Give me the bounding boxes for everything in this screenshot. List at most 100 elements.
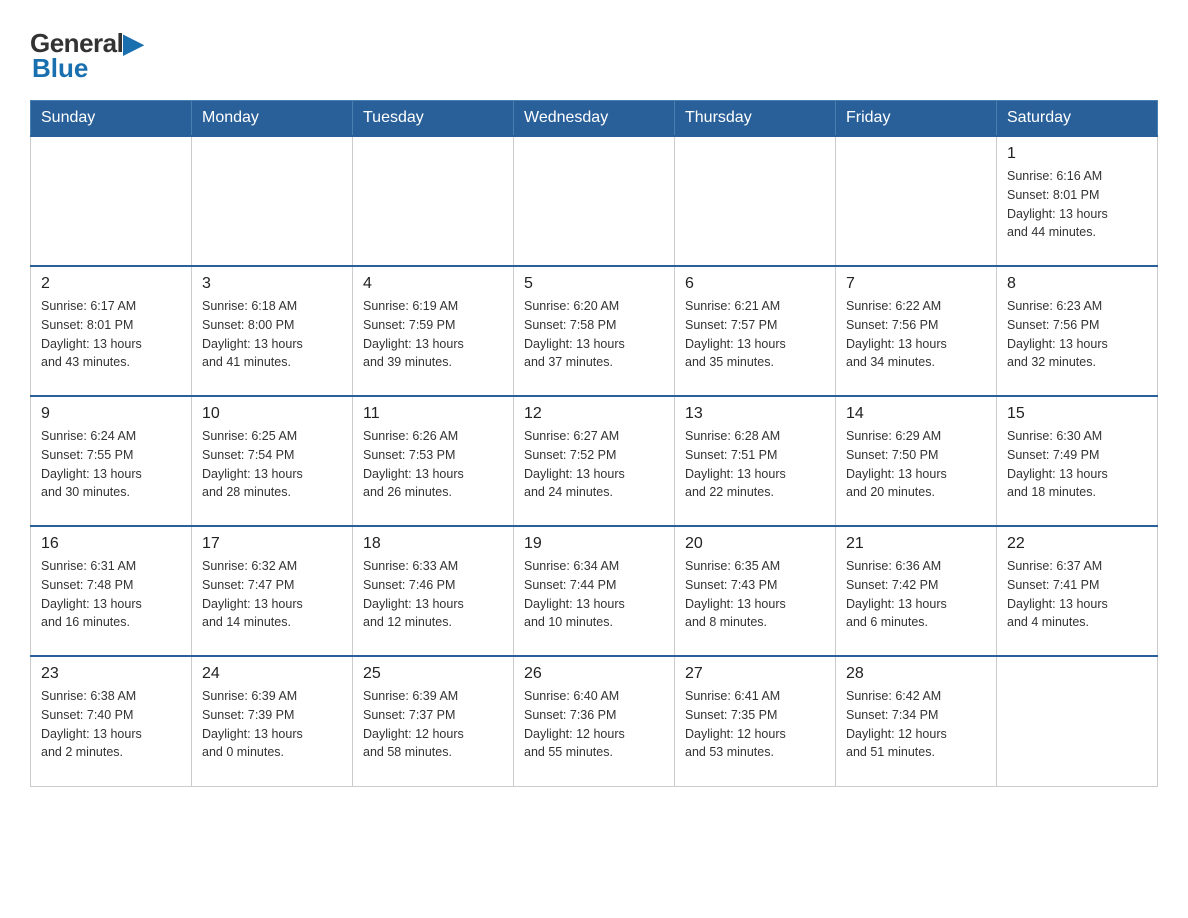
- weekday-header-sunday: Sunday: [31, 101, 192, 137]
- calendar-cell: [514, 136, 675, 266]
- calendar-cell: 16Sunrise: 6:31 AM Sunset: 7:48 PM Dayli…: [31, 526, 192, 656]
- week-row-4: 16Sunrise: 6:31 AM Sunset: 7:48 PM Dayli…: [31, 526, 1158, 656]
- weekday-header-thursday: Thursday: [675, 101, 836, 137]
- calendar-cell: 20 Sunrise: 6:35 AM Sunset: 7:43 PM Dayli…: [675, 526, 836, 656]
- day-number: 26: [524, 665, 664, 683]
- day-info: Sunrise: 6:37 AM Sunset: 7:41 PM Dayligh…: [1007, 557, 1147, 632]
- day-number: 6: [685, 275, 825, 293]
- calendar-cell: 3 Sunrise: 6:18 AM Sunset: 8:00 PM Daylig…: [192, 266, 353, 396]
- day-info: Sunrise: 6:25 AM Sunset: 7:54 PM Dayligh…: [202, 427, 342, 502]
- calendar-cell: 24 Sunrise: 6:39 AM Sunset: 7:39 PM Dayli…: [192, 656, 353, 786]
- week-row-1: 1 Sunrise: 6:16 AM Sunset: 8:01 PM Daylig…: [31, 136, 1158, 266]
- day-number: 2: [41, 275, 181, 293]
- calendar-cell: 12 Sunrise: 6:27 AM Sunset: 7:52 PM Dayli…: [514, 396, 675, 526]
- day-number: 19: [524, 535, 664, 553]
- page-header: General▶ Blue: [30, 20, 1158, 84]
- calendar-cell: [353, 136, 514, 266]
- day-info: Sunrise: 6:16 AM Sunset: 8:01 PM Dayligh…: [1007, 167, 1147, 242]
- day-number: 1: [1007, 145, 1147, 163]
- day-info: Sunrise: 6:19 AM Sunset: 7:59 PM Dayligh…: [363, 297, 503, 372]
- day-number: 14: [846, 405, 986, 423]
- day-number: 22: [1007, 535, 1147, 553]
- calendar-cell: 21 Sunrise: 6:36 AM Sunset: 7:42 PM Dayli…: [836, 526, 997, 656]
- week-row-3: 9 Sunrise: 6:24 AM Sunset: 7:55 PM Daylig…: [31, 396, 1158, 526]
- calendar-cell: [836, 136, 997, 266]
- day-number: 10: [202, 405, 342, 423]
- day-info: Sunrise: 6:32 AM Sunset: 7:47 PM Dayligh…: [202, 557, 342, 632]
- calendar-cell: [31, 136, 192, 266]
- week-row-2: 2 Sunrise: 6:17 AM Sunset: 8:01 PM Daylig…: [31, 266, 1158, 396]
- day-info: Sunrise: 6:24 AM Sunset: 7:55 PM Dayligh…: [41, 427, 181, 502]
- logo-triangle: ▶: [123, 28, 143, 58]
- calendar-cell: 15Sunrise: 6:30 AM Sunset: 7:49 PM Dayli…: [997, 396, 1158, 526]
- day-number: 17: [202, 535, 342, 553]
- weekday-header-saturday: Saturday: [997, 101, 1158, 137]
- day-info: Sunrise: 6:23 AM Sunset: 7:56 PM Dayligh…: [1007, 297, 1147, 372]
- calendar-cell: [192, 136, 353, 266]
- day-number: 20: [685, 535, 825, 553]
- day-number: 5: [524, 275, 664, 293]
- day-info: Sunrise: 6:38 AM Sunset: 7:40 PM Dayligh…: [41, 687, 181, 762]
- calendar-cell: 27 Sunrise: 6:41 AM Sunset: 7:35 PM Dayli…: [675, 656, 836, 786]
- day-info: Sunrise: 6:26 AM Sunset: 7:53 PM Dayligh…: [363, 427, 503, 502]
- calendar-cell: [675, 136, 836, 266]
- day-number: 12: [524, 405, 664, 423]
- calendar-cell: 26Sunrise: 6:40 AM Sunset: 7:36 PM Dayli…: [514, 656, 675, 786]
- calendar-cell: 4Sunrise: 6:19 AM Sunset: 7:59 PM Daylig…: [353, 266, 514, 396]
- day-info: Sunrise: 6:30 AM Sunset: 7:49 PM Dayligh…: [1007, 427, 1147, 502]
- calendar-cell: 6 Sunrise: 6:21 AM Sunset: 7:57 PM Daylig…: [675, 266, 836, 396]
- day-info: Sunrise: 6:35 AM Sunset: 7:43 PM Dayligh…: [685, 557, 825, 632]
- day-number: 3: [202, 275, 342, 293]
- day-number: 7: [846, 275, 986, 293]
- day-number: 16: [41, 535, 181, 553]
- day-info: Sunrise: 6:39 AM Sunset: 7:37 PM Dayligh…: [363, 687, 503, 762]
- day-info: Sunrise: 6:39 AM Sunset: 7:39 PM Dayligh…: [202, 687, 342, 762]
- calendar-cell: 7Sunrise: 6:22 AM Sunset: 7:56 PM Daylig…: [836, 266, 997, 396]
- calendar-cell: 25 Sunrise: 6:39 AM Sunset: 7:37 PM Dayli…: [353, 656, 514, 786]
- day-number: 25: [363, 665, 503, 683]
- day-info: Sunrise: 6:27 AM Sunset: 7:52 PM Dayligh…: [524, 427, 664, 502]
- day-info: Sunrise: 6:21 AM Sunset: 7:57 PM Dayligh…: [685, 297, 825, 372]
- day-info: Sunrise: 6:36 AM Sunset: 7:42 PM Dayligh…: [846, 557, 986, 632]
- calendar-cell: 8 Sunrise: 6:23 AM Sunset: 7:56 PM Daylig…: [997, 266, 1158, 396]
- day-number: 8: [1007, 275, 1147, 293]
- calendar-cell: 17 Sunrise: 6:32 AM Sunset: 7:47 PM Dayli…: [192, 526, 353, 656]
- logo: General▶ Blue: [30, 20, 143, 84]
- weekday-header-friday: Friday: [836, 101, 997, 137]
- day-number: 21: [846, 535, 986, 553]
- weekday-header-tuesday: Tuesday: [353, 101, 514, 137]
- calendar-cell: 28 Sunrise: 6:42 AM Sunset: 7:34 PM Dayli…: [836, 656, 997, 786]
- day-number: 11: [363, 405, 503, 423]
- calendar-cell: 11 Sunrise: 6:26 AM Sunset: 7:53 PM Dayli…: [353, 396, 514, 526]
- week-row-5: 23 Sunrise: 6:38 AM Sunset: 7:40 PM Dayli…: [31, 656, 1158, 786]
- calendar-cell: [997, 656, 1158, 786]
- calendar-cell: 10 Sunrise: 6:25 AM Sunset: 7:54 PM Dayli…: [192, 396, 353, 526]
- day-info: Sunrise: 6:42 AM Sunset: 7:34 PM Dayligh…: [846, 687, 986, 762]
- day-number: 23: [41, 665, 181, 683]
- weekday-header-monday: Monday: [192, 101, 353, 137]
- weekday-header-wednesday: Wednesday: [514, 101, 675, 137]
- day-number: 18: [363, 535, 503, 553]
- calendar-cell: 23 Sunrise: 6:38 AM Sunset: 7:40 PM Dayli…: [31, 656, 192, 786]
- calendar-cell: 19 Sunrise: 6:34 AM Sunset: 7:44 PM Dayli…: [514, 526, 675, 656]
- calendar-cell: 9 Sunrise: 6:24 AM Sunset: 7:55 PM Daylig…: [31, 396, 192, 526]
- day-number: 13: [685, 405, 825, 423]
- weekday-header-row: SundayMondayTuesdayWednesdayThursdayFrid…: [31, 101, 1158, 137]
- day-number: 27: [685, 665, 825, 683]
- day-info: Sunrise: 6:41 AM Sunset: 7:35 PM Dayligh…: [685, 687, 825, 762]
- day-info: Sunrise: 6:34 AM Sunset: 7:44 PM Dayligh…: [524, 557, 664, 632]
- calendar-cell: 14 Sunrise: 6:29 AM Sunset: 7:50 PM Dayli…: [836, 396, 997, 526]
- calendar-cell: 1 Sunrise: 6:16 AM Sunset: 8:01 PM Daylig…: [997, 136, 1158, 266]
- day-info: Sunrise: 6:17 AM Sunset: 8:01 PM Dayligh…: [41, 297, 181, 372]
- day-info: Sunrise: 6:18 AM Sunset: 8:00 PM Dayligh…: [202, 297, 342, 372]
- calendar-table: SundayMondayTuesdayWednesdayThursdayFrid…: [30, 100, 1158, 787]
- calendar-cell: 2 Sunrise: 6:17 AM Sunset: 8:01 PM Daylig…: [31, 266, 192, 396]
- calendar-cell: 13 Sunrise: 6:28 AM Sunset: 7:51 PM Dayli…: [675, 396, 836, 526]
- day-info: Sunrise: 6:28 AM Sunset: 7:51 PM Dayligh…: [685, 427, 825, 502]
- day-number: 24: [202, 665, 342, 683]
- day-number: 28: [846, 665, 986, 683]
- calendar-cell: 22 Sunrise: 6:37 AM Sunset: 7:41 PM Dayli…: [997, 526, 1158, 656]
- day-number: 9: [41, 405, 181, 423]
- day-info: Sunrise: 6:20 AM Sunset: 7:58 PM Dayligh…: [524, 297, 664, 372]
- day-info: Sunrise: 6:29 AM Sunset: 7:50 PM Dayligh…: [846, 427, 986, 502]
